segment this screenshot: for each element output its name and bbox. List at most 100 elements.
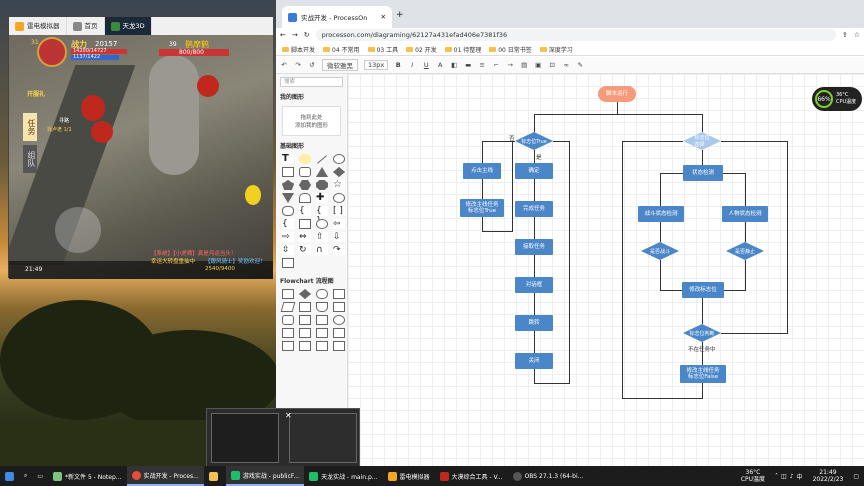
arch-shape[interactable]: [299, 193, 311, 203]
arch-arrow-shape[interactable]: ∩: [316, 245, 328, 255]
braces-shape[interactable]: { }: [316, 206, 328, 226]
tray-clock[interactable]: 21:49 2022/2/23: [808, 466, 849, 486]
flag-judge-decision[interactable]: 标志位判断: [683, 324, 721, 342]
browser-tab[interactable]: 实战开发 - ProcessOn ✕: [282, 6, 392, 28]
curve-arrow-shape[interactable]: ↷: [333, 245, 345, 255]
preview-window[interactable]: [211, 413, 279, 463]
decision-shape[interactable]: [299, 289, 311, 299]
preview-window[interactable]: [289, 413, 357, 463]
punched-tape-shape[interactable]: [333, 328, 345, 338]
multi-document-shape[interactable]: [333, 302, 345, 312]
double-arrow-shape[interactable]: ⇔: [299, 232, 311, 242]
bold-button[interactable]: B: [394, 61, 402, 69]
player-avatar[interactable]: [37, 37, 67, 67]
quest-gift[interactable]: 开服礼: [27, 89, 45, 98]
forward-icon[interactable]: →: [292, 31, 298, 39]
down-arrow-shape[interactable]: ⇩: [333, 232, 345, 242]
cross-shape[interactable]: ✚: [316, 193, 328, 203]
cloud-shape[interactable]: [333, 193, 345, 203]
back-icon[interactable]: ←: [280, 31, 286, 39]
game-screen[interactable]: 31 战力 20157 14200/14727 1137/1422 39 鹊摩鹤…: [9, 35, 273, 279]
close-icon[interactable]: ✕: [285, 411, 292, 420]
taskbar-explorer[interactable]: [204, 466, 226, 486]
human-detect-node[interactable]: 人物状态检测: [722, 206, 768, 222]
font-size-select[interactable]: 13px: [364, 60, 389, 70]
left-bracket-shape[interactable]: {: [282, 219, 294, 229]
taskbar-pycharm-game[interactable]: 游戏实战 - publicF...: [225, 466, 305, 486]
taskbar-ldplayer[interactable]: 雷电模拟器: [383, 466, 435, 486]
click-main-node[interactable]: 点击主线: [463, 163, 501, 179]
star-icon[interactable]: ☆: [854, 31, 860, 39]
pentagon-shape[interactable]: [282, 180, 294, 190]
summing-junction-shape[interactable]: [282, 341, 294, 351]
alternate-process-shape[interactable]: [282, 315, 294, 325]
right-flag-decision[interactable]: 标志位 选择: [683, 132, 721, 150]
basic-shapes-header[interactable]: 基础图形: [276, 139, 347, 152]
arrow-icon[interactable]: →: [506, 61, 514, 69]
joystick[interactable]: [55, 207, 101, 253]
team-tab[interactable]: 组队: [23, 145, 37, 173]
italic-button[interactable]: I: [408, 61, 416, 69]
data-shape[interactable]: [280, 302, 296, 312]
underline-button[interactable]: U: [422, 61, 430, 69]
state-detect-node[interactable]: 状态检测: [683, 165, 723, 181]
star-shape[interactable]: ☆: [333, 180, 345, 190]
task-tab[interactable]: 任务: [23, 113, 37, 141]
left-flag-decision[interactable]: 标志位True: [515, 132, 553, 150]
octagon-shape[interactable]: [316, 180, 328, 190]
confirm-node[interactable]: 确定: [515, 163, 553, 179]
connector-icon[interactable]: ⌐: [492, 61, 500, 69]
url-field[interactable]: processon.com/diagraming/62127a431efad40…: [315, 29, 836, 41]
taskbar-notepad[interactable]: *新文件 5 - Notep...: [48, 466, 126, 486]
emulator-tab-index[interactable]: 首页: [67, 17, 105, 35]
is-still-decision[interactable]: 是否静止: [726, 242, 764, 260]
offpage-shape[interactable]: [299, 328, 311, 338]
is-battle-decision[interactable]: 是否战斗: [641, 242, 679, 260]
start-node[interactable]: 脚本运行: [598, 86, 636, 102]
cpu-widget[interactable]: 66% 36°C CPU温度: [812, 87, 862, 111]
fill-icon[interactable]: ◧: [450, 61, 458, 69]
line-color-icon[interactable]: ▬: [464, 61, 472, 69]
notification-button[interactable]: ▢: [848, 466, 864, 486]
quest-text[interactable]: 找卢老 1/1: [47, 126, 72, 133]
font-color-button[interactable]: A: [436, 61, 444, 69]
callout-shape[interactable]: [282, 206, 294, 216]
reload-icon[interactable]: ↻: [304, 31, 310, 39]
ellipse-shape[interactable]: [316, 219, 328, 229]
dialog-node[interactable]: 对话框: [515, 277, 553, 293]
shape-search-input[interactable]: 搜索: [280, 77, 343, 87]
pen-icon[interactable]: ✎: [576, 61, 584, 69]
redo-icon[interactable]: ↷: [294, 61, 302, 69]
search-button[interactable]: ⌕: [19, 466, 32, 486]
sort-shape[interactable]: [333, 341, 345, 351]
note-shape[interactable]: [299, 154, 311, 164]
format-painter-icon[interactable]: ↺: [308, 61, 316, 69]
font-select[interactable]: 微软雅黑: [322, 59, 358, 71]
diagram-canvas[interactable]: 脚本运行 标志位True 否 是 点击主线 修改主线任务 标志位True 确定 …: [348, 74, 864, 466]
bookmark-item[interactable]: 02 开发: [406, 45, 437, 54]
bracket-shape[interactable]: [ ]: [333, 206, 345, 216]
terminator-shape[interactable]: [316, 289, 328, 299]
quest-path[interactable]: 寻路: [59, 117, 69, 124]
flow-document-shape[interactable]: [316, 302, 328, 312]
arrange-icon[interactable]: ▤: [520, 61, 528, 69]
bookmark-item[interactable]: 脚本开发: [282, 45, 315, 54]
process-shape[interactable]: [282, 289, 294, 299]
u-turn-shape[interactable]: ↻: [299, 245, 311, 255]
up-arrow-shape[interactable]: ⇧: [316, 232, 328, 242]
emulator-tab-game[interactable]: 天龙3D: [104, 17, 152, 35]
circle-shape[interactable]: [333, 154, 345, 164]
battle-detect-node[interactable]: 战斗状态检测: [638, 206, 684, 222]
complete-task-node[interactable]: 完成任务: [515, 201, 553, 217]
task-view-button[interactable]: ▭: [32, 466, 48, 486]
right-arrow-shape[interactable]: ⇨: [282, 232, 294, 242]
modify-main-true-node[interactable]: 修改主线任务 标志位True: [460, 199, 504, 217]
lock-icon[interactable]: ⊡: [548, 61, 556, 69]
modify-main-false-node[interactable]: 修改主线任务 标志位False: [680, 365, 726, 383]
bookmark-item[interactable]: 00 日常书签: [489, 45, 532, 54]
taskbar-obs[interactable]: OBS 27.1.3 (64-bi...: [508, 466, 589, 486]
line-width-icon[interactable]: ≡: [478, 61, 486, 69]
tray-temp[interactable]: 36°C CPU温度: [736, 466, 770, 486]
taskbar-chrome[interactable]: 实战开发 - Proces...: [126, 466, 204, 486]
drop-zone[interactable]: 拖到此处 添加我的图形: [282, 106, 341, 136]
